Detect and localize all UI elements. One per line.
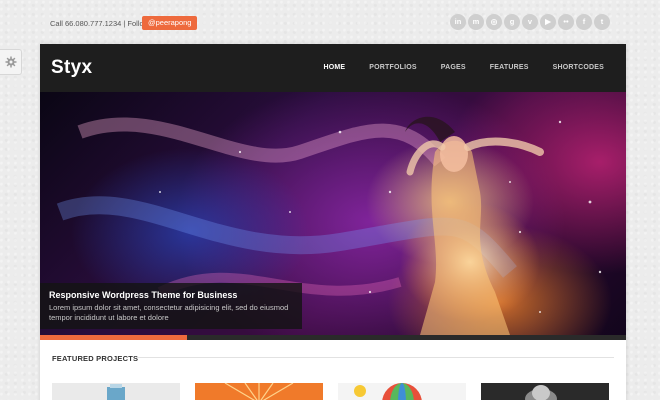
slide-caption-title: Responsive Wordpress Theme for Business	[49, 290, 238, 300]
project-thumbnail-image	[107, 384, 125, 400]
twitter-handle-link[interactable]: @peerapong	[142, 16, 198, 30]
main-container: Styx HOME PORTFOLIOS PAGES FEATURES SHOR…	[40, 44, 626, 400]
nav-item-portfolios[interactable]: PORTFOLIOS	[357, 44, 429, 92]
slide-caption-text: Lorem ipsum dolor sit amet, consectetur …	[49, 303, 289, 322]
flickr-icon[interactable]: ••	[558, 14, 574, 30]
project-thumbnail-image	[224, 383, 294, 400]
project-thumbnail[interactable]	[481, 383, 609, 400]
nav-item-shortcodes[interactable]: SHORTCODES	[541, 44, 626, 92]
google-plus-icon[interactable]: g	[504, 14, 520, 30]
dribbble-icon[interactable]: ◎	[486, 14, 502, 30]
project-thumbnail[interactable]	[52, 383, 180, 400]
twitter-icon[interactable]: t	[594, 14, 610, 30]
featured-projects-heading: FEATURED PROJECTS	[52, 354, 139, 363]
project-thumbnail[interactable]	[338, 383, 466, 400]
project-thumbnail[interactable]	[195, 383, 323, 400]
contact-info: Call 66.080.777.1234 | Follow	[50, 19, 150, 28]
facebook-icon[interactable]: f	[576, 14, 592, 30]
gear-icon	[5, 56, 16, 68]
slide-caption: Responsive Wordpress Theme for Business …	[40, 283, 302, 329]
hero-slider[interactable]: Responsive Wordpress Theme for Business …	[40, 92, 626, 335]
myspace-icon[interactable]: m	[468, 14, 484, 30]
project-thumbnail-image	[354, 383, 422, 400]
linkedin-icon[interactable]: in	[450, 14, 466, 30]
nav-item-features[interactable]: FEATURES	[478, 44, 541, 92]
main-menu: HOME PORTFOLIOS PAGES FEATURES SHORTCODE…	[311, 44, 626, 92]
social-icons: in m ◎ g v ▶ •• f t	[450, 14, 610, 30]
nav-item-home[interactable]: HOME	[311, 44, 357, 92]
slider-progress-track	[40, 335, 626, 340]
site-logo[interactable]: Styx	[51, 57, 92, 79]
youtube-icon[interactable]: ▶	[540, 14, 556, 30]
project-thumbnail-image	[525, 385, 557, 400]
vimeo-icon[interactable]: v	[522, 14, 538, 30]
section-divider	[138, 357, 614, 358]
top-bar: Call 66.080.777.1234 | Follow @peerapong…	[0, 0, 660, 44]
header-nav-bar: Styx HOME PORTFOLIOS PAGES FEATURES SHOR…	[40, 44, 626, 92]
featured-projects-list	[52, 383, 609, 400]
nav-item-pages[interactable]: PAGES	[429, 44, 478, 92]
style-switcher-toggle[interactable]	[0, 49, 22, 75]
slider-progress-bar	[40, 335, 187, 340]
